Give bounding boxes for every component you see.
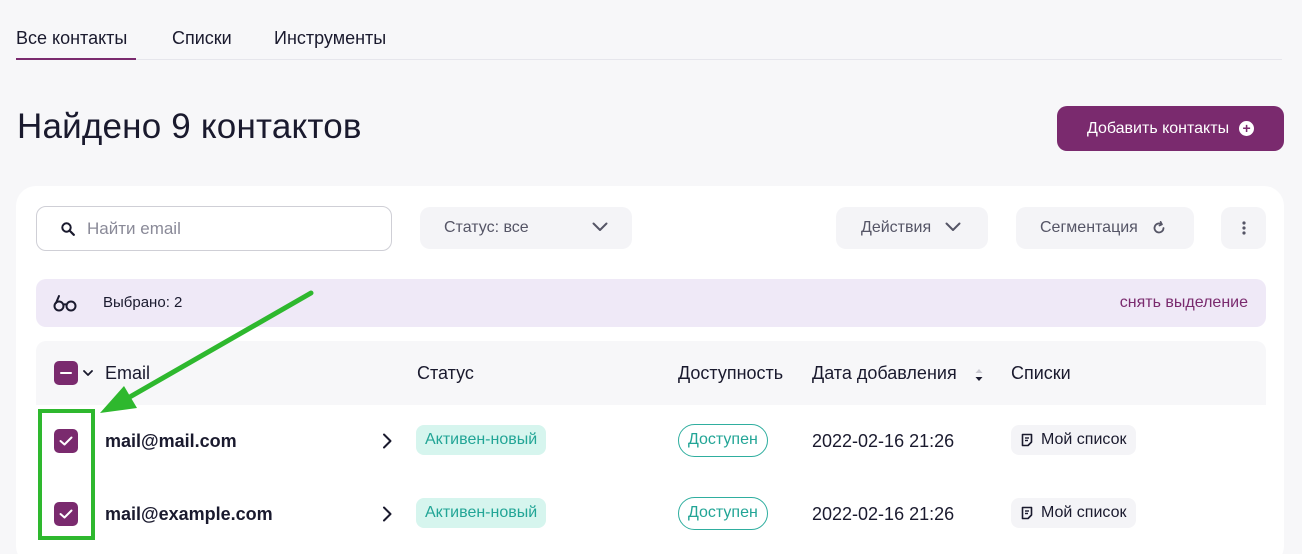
refresh-icon <box>1153 221 1165 234</box>
segmentation-button[interactable]: Сегментация <box>1016 207 1194 249</box>
contact-email[interactable]: mail@mail.com <box>105 431 237 452</box>
note-icon <box>1021 506 1033 520</box>
search-box[interactable] <box>36 206 392 251</box>
availability-badge: Доступен <box>678 424 768 457</box>
page-title: Найдено 9 контактов <box>17 107 362 146</box>
status-badge: Активен-новый <box>416 425 547 455</box>
status-filter-label: Статус: все <box>444 219 529 236</box>
selected-count: Выбрано: 2 <box>103 294 183 311</box>
tab-all-contacts[interactable]: Все контакты <box>16 28 136 60</box>
more-menu-button[interactable] <box>1221 207 1266 249</box>
search-input[interactable] <box>87 218 367 239</box>
tab-tools[interactable]: Инструменты <box>274 28 386 60</box>
table-row[interactable]: mail@example.com Активен-новый Доступен … <box>36 478 1266 550</box>
date-added: 2022-02-16 21:26 <box>812 504 955 524</box>
table-header: Email Статус Доступность Дата добавления… <box>36 341 1266 405</box>
actions-label: Действия <box>861 219 932 236</box>
clear-selection-link[interactable]: снять выделение <box>1120 294 1248 312</box>
sort-icon[interactable] <box>974 367 984 383</box>
status-filter-dropdown[interactable]: Статус: все <box>420 207 632 249</box>
minus-icon <box>60 371 72 375</box>
selection-bar: Выбрано: 2 снять выделение <box>36 279 1266 327</box>
row-checkbox[interactable] <box>54 429 78 453</box>
chevron-down-icon <box>592 222 608 231</box>
check-icon <box>59 509 73 519</box>
chevron-down-icon[interactable] <box>83 370 93 377</box>
chevron-right-icon[interactable] <box>382 433 392 449</box>
list-name: Мой список <box>1041 431 1127 448</box>
date-added: 2022-02-16 21:26 <box>812 431 955 451</box>
segmentation-label: Сегментация <box>1040 219 1138 236</box>
add-contacts-button[interactable]: Добавить контакты + <box>1057 106 1284 151</box>
column-header-availability: Доступность <box>678 363 784 383</box>
select-all-checkbox[interactable] <box>54 361 78 385</box>
list-badge[interactable]: Мой список <box>1011 425 1137 455</box>
column-header-status: Статус <box>417 363 474 383</box>
plus-circle-icon: + <box>1239 121 1255 136</box>
column-header-email[interactable]: Email <box>105 363 150 384</box>
add-contacts-label: Добавить контакты <box>1086 119 1230 137</box>
tab-bar: Все контакты Списки Инструменты <box>16 0 1282 60</box>
note-icon <box>1021 433 1033 447</box>
tab-lists[interactable]: Списки <box>172 28 232 60</box>
table-row[interactable]: mail@mail.com Активен-новый Доступен 202… <box>36 405 1266 477</box>
actions-dropdown[interactable]: Действия <box>836 207 988 249</box>
column-header-lists: Списки <box>1011 363 1071 383</box>
glasses-icon <box>53 295 77 312</box>
chevron-right-icon[interactable] <box>382 506 392 522</box>
column-header-date-added[interactable]: Дата добавления <box>812 363 957 384</box>
status-badge: Активен-новый <box>416 498 547 528</box>
availability-badge: Доступен <box>678 497 768 530</box>
list-badge[interactable]: Мой список <box>1011 498 1137 528</box>
contact-email[interactable]: mail@example.com <box>105 504 273 525</box>
check-icon <box>59 436 73 446</box>
more-vertical-icon <box>1241 221 1246 235</box>
chevron-down-icon <box>945 222 961 231</box>
row-checkbox[interactable] <box>54 502 78 526</box>
search-icon <box>61 221 75 236</box>
list-name: Мой список <box>1041 504 1127 521</box>
